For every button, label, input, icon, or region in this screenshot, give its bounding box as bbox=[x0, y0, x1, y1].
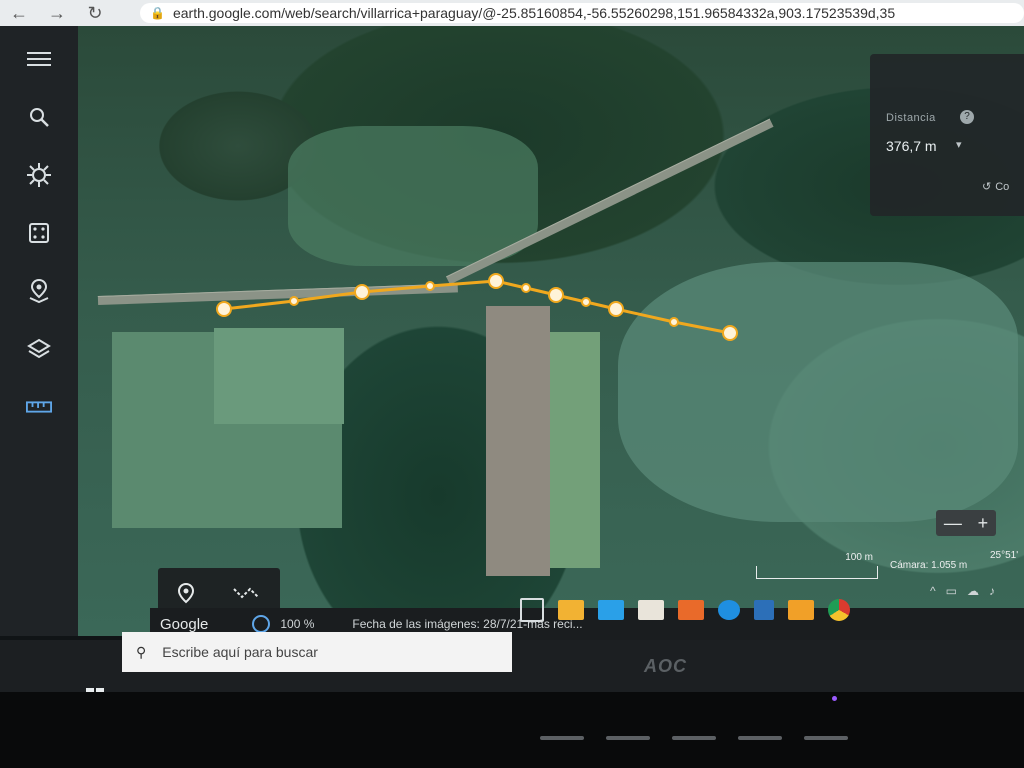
map-style-layers-icon[interactable] bbox=[26, 336, 52, 362]
measure-midpoint[interactable] bbox=[581, 297, 591, 307]
power-led bbox=[832, 696, 837, 701]
feeling-lucky-dice-icon[interactable] bbox=[26, 220, 52, 246]
help-icon[interactable]: ? bbox=[960, 110, 974, 124]
coordinates: 25°51' bbox=[990, 550, 1019, 561]
monitor-button[interactable] bbox=[672, 736, 716, 740]
search-icon: ⚲ bbox=[136, 643, 147, 660]
monitor-button[interactable] bbox=[606, 736, 650, 740]
camera-altitude: Cámara: 1.055 m bbox=[890, 560, 968, 571]
search-icon[interactable] bbox=[26, 104, 52, 130]
reload-icon[interactable]: ↻ bbox=[84, 3, 106, 24]
chrome-icon[interactable] bbox=[828, 599, 850, 621]
folder-app-icon[interactable] bbox=[788, 600, 814, 620]
system-tray: ^ ▭ ☁ ♪ bbox=[930, 584, 995, 598]
url-text: earth.google.com/web/search/villarrica+p… bbox=[172, 5, 896, 21]
monitor-button[interactable] bbox=[738, 736, 782, 740]
measure-point[interactable] bbox=[608, 301, 624, 317]
reset-icon: ↺ bbox=[982, 181, 992, 193]
tray-expand-icon[interactable]: ^ bbox=[930, 584, 936, 598]
measure-point[interactable] bbox=[488, 273, 504, 289]
voyager-icon[interactable] bbox=[26, 162, 52, 188]
forward-icon[interactable]: → bbox=[46, 3, 68, 24]
measure-midpoint[interactable] bbox=[669, 317, 679, 327]
point-marker-icon[interactable] bbox=[176, 582, 196, 609]
taskbar-search-input[interactable]: ⚲ Escribe aquí para buscar bbox=[122, 632, 512, 672]
monitor-brand-logo: AOC bbox=[644, 656, 687, 676]
measure-panel: Distancia ? 376,7 m ▾ ↺ Co bbox=[870, 54, 1024, 216]
menu-icon[interactable] bbox=[26, 46, 52, 72]
distance-value: 376,7 m bbox=[886, 138, 937, 154]
file-explorer-icon[interactable] bbox=[558, 600, 584, 620]
google-logo: Google bbox=[160, 615, 209, 633]
zoom-out-button[interactable]: — bbox=[944, 513, 962, 534]
search-placeholder: Escribe aquí para buscar bbox=[162, 644, 318, 660]
zoom-control: — + bbox=[936, 510, 996, 536]
monitor-button[interactable] bbox=[804, 736, 848, 740]
path-icon[interactable] bbox=[232, 585, 262, 606]
edge-icon[interactable] bbox=[718, 600, 740, 620]
measure-midpoint[interactable] bbox=[289, 296, 299, 306]
monitor-button[interactable] bbox=[540, 736, 584, 740]
satellite-map[interactable]: Distancia ? 376,7 m ▾ ↺ Co — + 100 m Cáma… bbox=[78, 26, 1024, 636]
lock-icon: 🔒 bbox=[150, 6, 165, 20]
monitor-buttons bbox=[540, 736, 848, 740]
volume-icon[interactable]: ♪ bbox=[989, 584, 995, 598]
loading-globe-icon bbox=[252, 615, 271, 633]
cloud-icon[interactable]: ☁ bbox=[967, 584, 979, 598]
load-percent: 100 % bbox=[280, 617, 315, 631]
address-bar[interactable]: 🔒 earth.google.com/web/search/villarrica… bbox=[140, 3, 1024, 23]
scale-bar: 100 m bbox=[756, 552, 878, 579]
taskbar-apps bbox=[520, 590, 850, 630]
network-icon[interactable]: ▭ bbox=[946, 584, 957, 598]
reset-button[interactable]: ↺ Co bbox=[982, 180, 1013, 193]
measure-ruler-icon[interactable] bbox=[26, 394, 52, 420]
measure-midpoint[interactable] bbox=[521, 283, 531, 293]
measure-midpoint[interactable] bbox=[425, 281, 435, 291]
task-view-icon[interactable] bbox=[520, 598, 544, 622]
earth-sidebar bbox=[0, 26, 78, 636]
scale-label: 100 m bbox=[845, 552, 873, 563]
measure-point[interactable] bbox=[548, 287, 564, 303]
browser-toolbar: ← → ↻ 🔒 earth.google.com/web/search/vill… bbox=[0, 0, 1024, 26]
measure-point[interactable] bbox=[354, 284, 370, 300]
back-icon[interactable]: ← bbox=[8, 3, 30, 24]
measure-point[interactable] bbox=[722, 325, 738, 341]
projects-pin-icon[interactable] bbox=[26, 278, 52, 304]
store-icon[interactable] bbox=[638, 600, 664, 620]
monitor-bezel bbox=[0, 692, 1024, 768]
reset-label: Co bbox=[995, 181, 1010, 193]
media-player-icon[interactable] bbox=[678, 600, 704, 620]
zoom-in-button[interactable]: + bbox=[978, 513, 989, 534]
mail-icon[interactable] bbox=[598, 600, 624, 620]
measure-point[interactable] bbox=[216, 301, 232, 317]
distance-label: Distancia bbox=[886, 112, 936, 124]
unit-dropdown-icon[interactable]: ▾ bbox=[956, 138, 962, 151]
calculator-icon[interactable] bbox=[754, 600, 774, 620]
